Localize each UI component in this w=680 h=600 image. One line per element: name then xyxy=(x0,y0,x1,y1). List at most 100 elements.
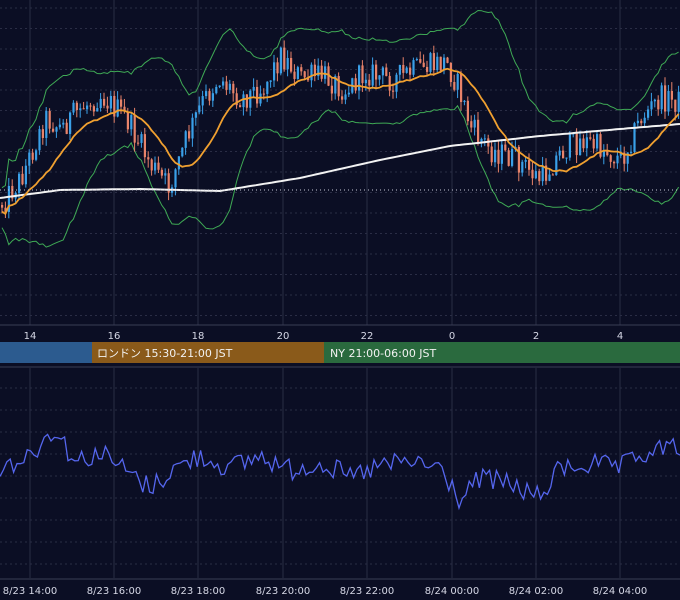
candle-body[interactable] xyxy=(283,47,286,70)
candle-body[interactable] xyxy=(660,85,663,110)
candle-body[interactable] xyxy=(266,81,269,94)
candle-body[interactable] xyxy=(347,92,350,95)
candle-body[interactable] xyxy=(388,75,391,91)
candle-body[interactable] xyxy=(120,99,123,107)
candle-body[interactable] xyxy=(75,102,78,111)
candle-body[interactable] xyxy=(252,86,255,91)
candle-body[interactable] xyxy=(225,81,228,90)
candle-body[interactable] xyxy=(143,134,146,158)
candle-body[interactable] xyxy=(24,165,27,185)
candle-body[interactable] xyxy=(201,96,204,106)
candle-body[interactable] xyxy=(69,112,72,134)
candle-body[interactable] xyxy=(609,155,612,162)
candle-body[interactable] xyxy=(368,79,371,86)
candle-body[interactable] xyxy=(157,162,160,170)
candle-body[interactable] xyxy=(354,78,357,91)
candle-body[interactable] xyxy=(636,120,639,124)
candle-body[interactable] xyxy=(208,91,211,101)
candle-body[interactable] xyxy=(154,162,157,171)
candle-body[interactable] xyxy=(456,73,459,90)
candle-body[interactable] xyxy=(106,105,109,109)
candle-body[interactable] xyxy=(466,100,469,122)
candle-body[interactable] xyxy=(140,134,143,143)
candle-body[interactable] xyxy=(184,131,187,148)
candle-body[interactable] xyxy=(538,171,541,182)
candle-body[interactable] xyxy=(507,150,510,166)
candle-body[interactable] xyxy=(1,205,4,208)
candle-body[interactable] xyxy=(613,161,616,164)
candle-body[interactable] xyxy=(402,64,405,73)
candle-body[interactable] xyxy=(490,146,493,163)
candle-body[interactable] xyxy=(92,106,95,112)
candle-body[interactable] xyxy=(86,105,89,110)
candle-body[interactable] xyxy=(137,142,140,144)
candle-body[interactable] xyxy=(205,91,208,97)
candle-body[interactable] xyxy=(562,150,565,159)
candle-body[interactable] xyxy=(667,90,670,112)
candle-body[interactable] xyxy=(150,159,153,171)
candle-body[interactable] xyxy=(504,144,507,151)
candle-body[interactable] xyxy=(473,119,476,128)
candle-body[interactable] xyxy=(429,53,432,72)
candle-body[interactable] xyxy=(670,90,673,100)
candle-body[interactable] xyxy=(116,99,119,117)
fx-chart[interactable]: 14 16 18 20 22 0 2 4 ロンドン 15:30-21:00 JST NY 21… xyxy=(0,0,680,600)
candle-body[interactable] xyxy=(630,151,633,153)
candle-body[interactable] xyxy=(439,56,442,71)
candle-body[interactable] xyxy=(21,173,24,185)
candle-body[interactable] xyxy=(147,157,150,160)
candle-body[interactable] xyxy=(239,105,242,108)
candle-body[interactable] xyxy=(242,94,245,108)
candle-body[interactable] xyxy=(375,64,378,80)
candle-body[interactable] xyxy=(392,90,395,92)
candle-body[interactable] xyxy=(188,131,191,139)
candle-body[interactable] xyxy=(262,93,265,95)
candle-body[interactable] xyxy=(52,128,55,132)
candle-body[interactable] xyxy=(103,98,106,106)
candle-body[interactable] xyxy=(276,62,279,74)
candle-body[interactable] xyxy=(310,64,313,81)
candle-body[interactable] xyxy=(446,57,449,63)
candle-body[interactable] xyxy=(126,111,129,130)
candle-body[interactable] xyxy=(579,138,582,156)
candle-body[interactable] xyxy=(35,150,38,160)
candle-body[interactable] xyxy=(565,157,568,159)
candle-body[interactable] xyxy=(602,151,605,157)
candle-body[interactable] xyxy=(371,64,374,86)
candle-body[interactable] xyxy=(293,71,296,79)
candle-body[interactable] xyxy=(409,67,412,75)
candle-body[interactable] xyxy=(664,85,667,112)
candle-body[interactable] xyxy=(181,147,184,157)
candle-body[interactable] xyxy=(215,86,218,94)
candle-body[interactable] xyxy=(463,100,466,103)
candle-body[interactable] xyxy=(432,53,435,71)
candle-body[interactable] xyxy=(65,122,68,134)
candle-body[interactable] xyxy=(228,83,231,90)
candle-body[interactable] xyxy=(415,59,418,61)
candle-body[interactable] xyxy=(344,94,347,100)
candle-body[interactable] xyxy=(269,80,272,82)
candle-body[interactable] xyxy=(222,81,225,86)
candle-body[interactable] xyxy=(211,93,214,101)
candle-body[interactable] xyxy=(558,150,561,156)
candle-body[interactable] xyxy=(657,99,660,110)
candle-body[interactable] xyxy=(483,138,486,140)
candle-body[interactable] xyxy=(245,94,248,108)
candle-body[interactable] xyxy=(18,173,21,193)
candle-body[interactable] xyxy=(273,62,276,81)
candle-body[interactable] xyxy=(643,117,646,124)
candle-body[interactable] xyxy=(582,138,585,149)
candle-body[interactable] xyxy=(422,62,425,67)
candle-body[interactable] xyxy=(31,152,34,160)
candle-body[interactable] xyxy=(650,101,653,110)
candle-body[interactable] xyxy=(674,99,677,112)
candle-body[interactable] xyxy=(256,86,259,104)
candle-body[interactable] xyxy=(89,105,92,107)
candle-body[interactable] xyxy=(286,57,289,70)
candle-body[interactable] xyxy=(524,160,527,162)
candle-body[interactable] xyxy=(677,91,680,112)
candle-body[interactable] xyxy=(38,129,41,151)
candle-body[interactable] xyxy=(82,108,85,110)
candle-body[interactable] xyxy=(575,133,578,156)
candle-body[interactable] xyxy=(28,152,31,166)
